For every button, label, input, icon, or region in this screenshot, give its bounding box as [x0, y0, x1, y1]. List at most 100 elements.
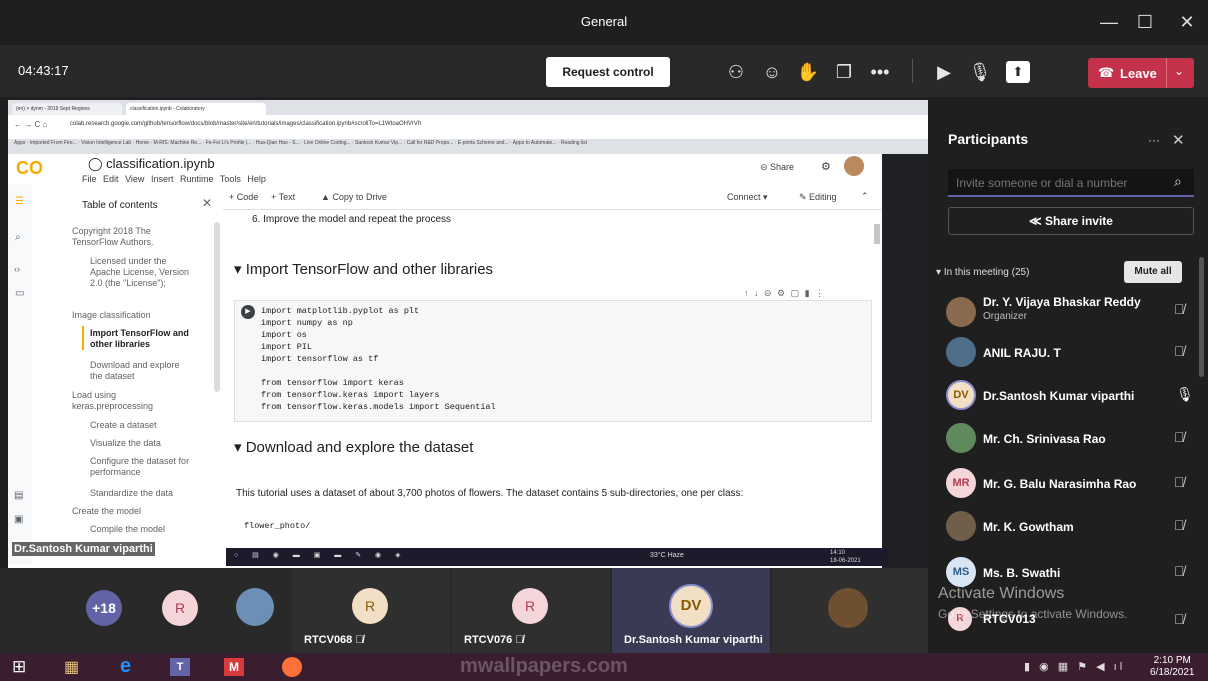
overflow-count[interactable]: +18: [86, 590, 122, 626]
firefox-icon[interactable]: [282, 657, 302, 677]
more-options-icon[interactable]: ···: [1148, 133, 1160, 147]
invite-field[interactable]: ⌕: [948, 169, 1194, 197]
toc-item[interactable]: Load using keras.preprocessing: [72, 390, 192, 412]
toc-item-active[interactable]: Import TensorFlow and other libraries: [90, 328, 200, 350]
collapse-arrow-icon[interactable]: ▾: [234, 261, 246, 278]
leave-button[interactable]: ☎ Leave ⌄: [1088, 58, 1194, 88]
browser-tab[interactable]: (en) > dynm - 2019 Sept Regions: [12, 103, 122, 115]
mic-off-icon[interactable]: 🎙: [966, 59, 994, 85]
clock[interactable]: 2:10 PM 6/18/2021: [1150, 655, 1195, 679]
bookmark[interactable]: Live Online Coding...: [304, 140, 350, 146]
windows-start-icon[interactable]: ⊞: [12, 657, 26, 677]
participant-row[interactable]: Mr. K. Gowtham 🎙̸: [946, 511, 1196, 547]
maximize-button[interactable]: ☐: [1128, 6, 1162, 38]
bookmark[interactable]: E-prints Scheme and...: [458, 140, 509, 146]
menu-edit[interactable]: Edit: [103, 174, 119, 184]
participant-tile[interactable]: R RTCV076 🎙̸: [452, 568, 610, 653]
collapse-icon[interactable]: ⌃: [861, 191, 869, 202]
notebook-title[interactable]: ◯ classification.ipynb: [88, 156, 215, 172]
toc-item[interactable]: Download and explore the dataset: [90, 360, 190, 382]
bookmark[interactable]: Home: [136, 140, 149, 146]
toc-item[interactable]: Create the model: [72, 506, 192, 517]
files-icon[interactable]: ▭: [15, 288, 24, 299]
connect-button[interactable]: Connect ▾: [727, 192, 768, 203]
participant-row[interactable]: DV Dr.Santosh Kumar viparthi 🎙: [946, 380, 1196, 416]
add-code-button[interactable]: + Code: [229, 192, 258, 202]
bookmark[interactable]: Reading list: [561, 140, 587, 146]
menu-insert[interactable]: Insert: [151, 174, 174, 184]
copy-to-drive-button[interactable]: ▲ Copy to Drive: [321, 192, 387, 202]
bookmark[interactable]: Santosh Kumar Vip...: [355, 140, 402, 146]
participant-row[interactable]: MR Mr. G. Balu Narasimha Rao 🎙̸: [946, 468, 1196, 504]
participant-row[interactable]: Mr. Ch. Srinivasa Rao 🎙̸: [946, 423, 1196, 459]
more-actions-button[interactable]: •••: [866, 59, 894, 85]
mute-all-button[interactable]: Mute all: [1124, 261, 1182, 283]
toc-item[interactable]: Licensed under the Apache License, Versi…: [90, 256, 190, 289]
bookmark[interactable]: Vision Intelligence Lab: [81, 140, 131, 146]
menu-view[interactable]: View: [125, 174, 144, 184]
file-explorer-icon[interactable]: ▦: [64, 657, 79, 677]
rooms-icon[interactable]: ❐: [830, 59, 858, 85]
close-icon[interactable]: ✕: [202, 196, 212, 210]
bookmark[interactable]: Hua-Qian Hao - S...: [256, 140, 300, 146]
menu-tools[interactable]: Tools: [220, 174, 241, 184]
page-scrollbar[interactable]: [874, 224, 880, 244]
code-cell[interactable]: ▶ import matplotlib.pyplot as plt import…: [234, 300, 872, 422]
search-icon[interactable]: ⌕: [15, 232, 21, 243]
code-snippets-icon[interactable]: ‹›: [14, 264, 20, 274]
participant-tile[interactable]: R RTCV068 🎙̸: [292, 568, 450, 653]
invite-input[interactable]: [956, 174, 1156, 192]
participant-row[interactable]: ANIL RAJU. T 🎙̸: [946, 337, 1196, 373]
participants-scrollbar[interactable]: [1199, 257, 1204, 377]
participant-tile-photo[interactable]: [236, 588, 274, 626]
teams-icon[interactable]: T: [170, 658, 190, 676]
internet-explorer-icon[interactable]: e: [120, 655, 131, 678]
menu-help[interactable]: Help: [247, 174, 266, 184]
system-tray-icons[interactable]: ▮ ◉ ▦ ⚑ ◀ ıl: [1024, 660, 1125, 673]
request-control-button[interactable]: Request control: [546, 57, 670, 87]
url-field[interactable]: colab.research.google.com/github/tensorf…: [70, 121, 421, 127]
toc-item[interactable]: Compile the model: [90, 524, 200, 535]
keyboard-icon[interactable]: ▤: [14, 490, 23, 501]
bookmark[interactable]: Apps: [14, 140, 25, 146]
browser-tab-active[interactable]: classification.ipynb - Colaboratory: [126, 103, 266, 115]
nav-icons[interactable]: ← → C ⌂: [14, 120, 47, 129]
bookmark[interactable]: Imported From Fire...: [30, 140, 77, 146]
share-button[interactable]: ⊝ Share: [760, 162, 794, 173]
toc-item[interactable]: Copyright 2018 The TensorFlow Authors.: [72, 226, 192, 248]
chat-icon[interactable]: ☺: [758, 59, 786, 85]
cell-toolbar[interactable]: ↑ ↓ ⊝ ⚙ ▢ ▮ ⋮: [744, 288, 824, 299]
run-cell-icon[interactable]: ▶: [241, 305, 255, 319]
toc-item[interactable]: Configure the dataset for performance: [90, 456, 190, 478]
bookmark[interactable]: Call for R&D Propo...: [407, 140, 454, 146]
bookmark[interactable]: Apps to Automate...: [513, 140, 557, 146]
share-screen-icon[interactable]: ⬆: [1006, 61, 1030, 83]
settings-gear-icon[interactable]: ⚙: [821, 160, 831, 173]
toc-icon[interactable]: ☰: [15, 196, 24, 207]
minimize-button[interactable]: —: [1092, 6, 1126, 38]
menu-runtime[interactable]: Runtime: [180, 174, 214, 184]
close-icon[interactable]: ✕: [1172, 131, 1185, 149]
terminal-icon[interactable]: ▣: [14, 514, 23, 525]
search-icon[interactable]: ⌕: [1174, 173, 1182, 190]
toc-item[interactable]: Image classification: [72, 310, 192, 321]
people-icon[interactable]: ⚇: [722, 59, 750, 85]
in-meeting-header[interactable]: ▾ In this meeting (25): [936, 267, 1029, 278]
bookmark[interactable]: M-RIS: Machine Re...: [153, 140, 201, 146]
participant-tile-avatar[interactable]: R: [162, 590, 198, 626]
user-avatar[interactable]: [844, 156, 864, 176]
toc-scrollbar[interactable]: [214, 222, 220, 392]
bookmark[interactable]: Fe-Fei Li's Profile |...: [206, 140, 252, 146]
camera-off-icon[interactable]: ▶: [930, 59, 958, 85]
menu-file[interactable]: File: [82, 174, 97, 184]
participant-row[interactable]: Dr. Y. Vijaya Bhaskar Reddy Organizer 🎙̸: [946, 295, 1196, 331]
toc-item[interactable]: Create a dataset: [90, 420, 200, 431]
participant-tile[interactable]: [772, 568, 928, 653]
chevron-down-icon[interactable]: ⌄: [1174, 64, 1184, 78]
toc-item[interactable]: Standardize the data: [90, 488, 200, 499]
raise-hand-icon[interactable]: ✋: [794, 59, 822, 85]
share-invite-button[interactable]: ≪ Share invite: [948, 207, 1194, 235]
editing-button[interactable]: ✎ Editing: [799, 192, 837, 203]
close-window-button[interactable]: ✕: [1170, 6, 1204, 38]
toc-item[interactable]: Visualize the data: [90, 438, 200, 449]
